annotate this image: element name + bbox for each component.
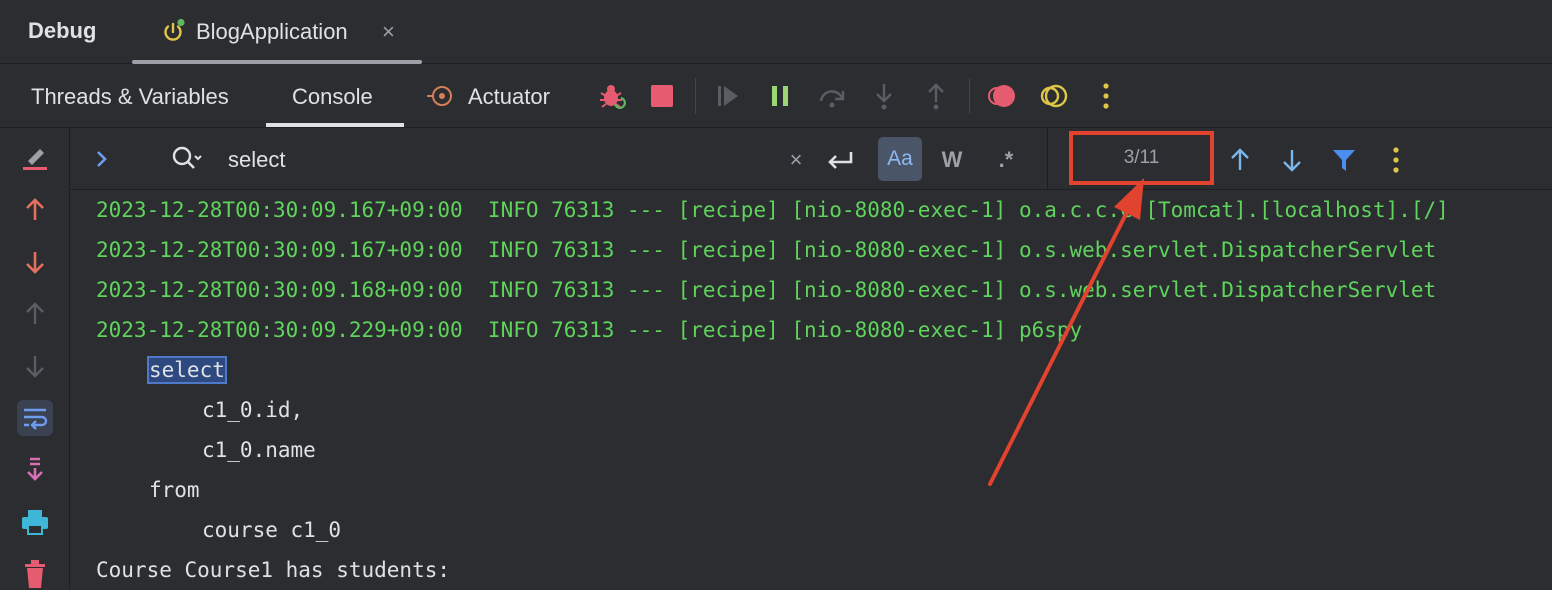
regex-toggle[interactable]: .* xyxy=(988,142,1024,178)
tab-threads-variables[interactable]: Threads & Variables xyxy=(31,84,229,110)
log-line: 2023-12-28T00:30:09.229+09:00 INFO 76313… xyxy=(96,318,1083,342)
view-breakpoints-icon[interactable] xyxy=(986,80,1018,112)
output-line: Course Course1 has students: xyxy=(96,558,451,582)
pause-icon[interactable] xyxy=(764,80,796,112)
search-separator xyxy=(1047,128,1048,190)
toolbar-separator xyxy=(969,78,970,114)
log-line: 2023-12-28T00:30:09.167+09:00 INFO 76313… xyxy=(96,198,1449,222)
expand-replace-chevron-icon[interactable] xyxy=(92,146,112,177)
actuator-icon[interactable] xyxy=(424,80,456,112)
log-line: 2023-12-28T00:30:09.168+09:00 INFO 76313… xyxy=(96,278,1437,302)
spring-boot-run-icon xyxy=(160,18,186,44)
filter-icon[interactable] xyxy=(1326,142,1362,178)
sql-line: c1_0.name xyxy=(202,438,316,462)
search-history-icon[interactable] xyxy=(170,144,204,179)
tab-actuator[interactable]: Actuator xyxy=(468,84,550,110)
tool-window-header: Debug BlogApplication × xyxy=(0,0,1552,64)
console-tab-indicator xyxy=(266,123,404,127)
match-count-text: 3/11 xyxy=(1123,147,1160,168)
console-search-bar: select × Aa W .* 3/11 xyxy=(70,128,1552,190)
clear-search-icon[interactable]: × xyxy=(778,142,814,178)
scroll-to-end-icon[interactable] xyxy=(17,452,53,488)
debug-toolbar: Threads & Variables Console Actuator xyxy=(0,64,1552,128)
match-case-toggle[interactable]: Aa xyxy=(878,137,922,181)
stop-icon[interactable] xyxy=(646,80,678,112)
sql-line: c1_0.id, xyxy=(202,398,304,422)
sql-line: from xyxy=(149,478,200,502)
words-toggle[interactable]: W xyxy=(934,142,970,178)
next-occurrence-icon[interactable] xyxy=(17,244,53,280)
run-tab-label: BlogApplication xyxy=(196,19,348,44)
console-side-toolbar xyxy=(0,128,70,590)
resume-icon[interactable] xyxy=(712,80,744,112)
clear-all-icon[interactable] xyxy=(17,556,53,590)
step-into-icon[interactable] xyxy=(868,80,900,112)
previous-occurrence-icon[interactable] xyxy=(17,192,53,228)
clear-highlight-icon[interactable] xyxy=(17,140,53,176)
soft-wrap-icon[interactable] xyxy=(17,400,53,436)
rerun-debug-icon[interactable] xyxy=(595,80,627,112)
toolbar-separator xyxy=(695,78,696,114)
search-match-highlight: select xyxy=(147,356,227,384)
close-tab-icon[interactable]: × xyxy=(382,20,395,44)
down-icon[interactable] xyxy=(17,348,53,384)
print-icon[interactable] xyxy=(17,504,53,540)
more-options-icon[interactable] xyxy=(1090,80,1122,112)
new-line-icon[interactable] xyxy=(822,142,858,178)
search-more-icon[interactable] xyxy=(1378,142,1414,178)
next-match-icon[interactable] xyxy=(1274,142,1310,178)
run-tab-blog-application[interactable]: BlogApplication × xyxy=(132,0,422,64)
previous-match-icon[interactable] xyxy=(1222,142,1258,178)
console-output[interactable]: 2023-12-28T00:30:09.167+09:00 INFO 76313… xyxy=(70,190,1552,590)
search-match-counter: 3/11 xyxy=(1069,131,1214,185)
tab-console[interactable]: Console xyxy=(292,84,373,110)
step-over-icon[interactable] xyxy=(816,80,848,112)
step-out-icon[interactable] xyxy=(920,80,952,112)
up-icon[interactable] xyxy=(17,296,53,332)
debug-tool-window-title: Debug xyxy=(28,18,97,43)
log-line: 2023-12-28T00:30:09.167+09:00 INFO 76313… xyxy=(96,238,1437,262)
search-input[interactable]: select xyxy=(228,147,285,173)
sql-line: course c1_0 xyxy=(202,518,342,542)
sql-line: select xyxy=(147,355,227,385)
mute-breakpoints-icon[interactable] xyxy=(1038,80,1070,112)
